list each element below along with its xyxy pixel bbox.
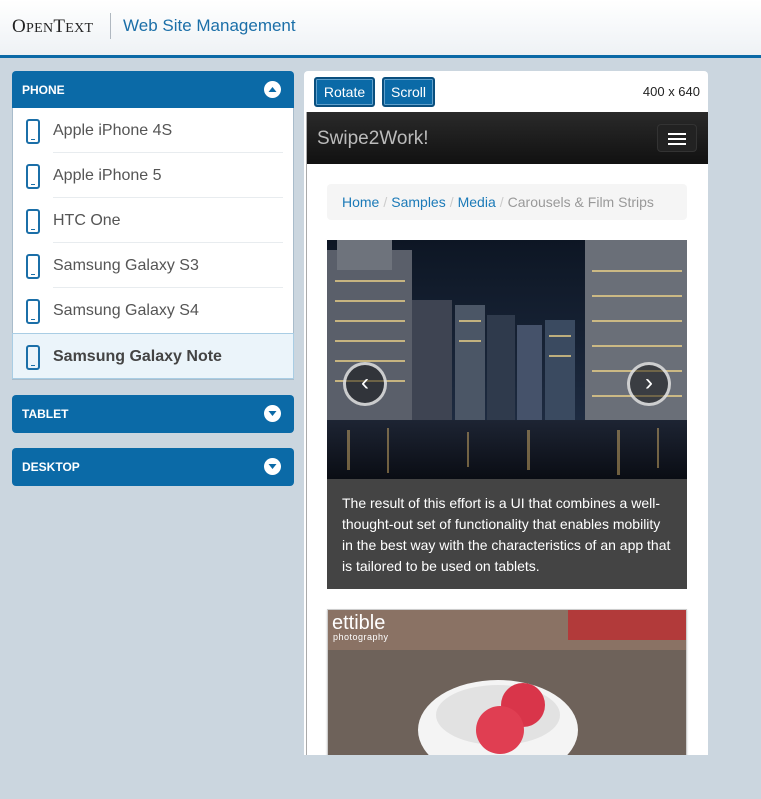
header-divider	[110, 13, 111, 39]
opentext-logo: OPENTEXT	[12, 16, 94, 37]
app-header: OPENTEXT Web Site Management	[0, 0, 761, 58]
device-screen[interactable]: Swipe2Work! Home / Samples / Media / Carousels…	[306, 112, 708, 755]
phone-section-header[interactable]: PHONE	[12, 71, 294, 108]
phone-icon	[26, 119, 40, 144]
phone-section-label: PHONE	[22, 83, 65, 97]
device-item-galaxy-note[interactable]: Samsung Galaxy Note	[12, 333, 294, 379]
product-name: Web Site Management	[123, 16, 296, 35]
device-name: Apple iPhone 4S	[53, 122, 173, 139]
device-item-galaxy-s4[interactable]: Samsung Galaxy S4	[13, 288, 293, 333]
carousel-caption: The result of this effort is a UI that c…	[342, 495, 671, 574]
site-navbar: Swipe2Work!	[307, 112, 708, 164]
phone-icon	[26, 299, 40, 324]
chevron-down-icon[interactable]	[264, 405, 281, 422]
breadcrumb-home[interactable]: Home	[342, 194, 379, 210]
scroll-button[interactable]: Scroll	[382, 77, 435, 107]
city-night-image	[327, 240, 687, 479]
breadcrumb-samples[interactable]: Samples	[391, 194, 445, 210]
rotate-button[interactable]: Rotate	[314, 77, 375, 107]
device-name: HTC One	[53, 212, 121, 229]
phone-icon	[26, 345, 40, 370]
photo-watermark-sub: photography	[333, 632, 389, 642]
site-brand[interactable]: Swipe2Work!	[317, 128, 429, 150]
tablet-section-header[interactable]: TABLET	[12, 395, 294, 433]
breadcrumb-current: Carousels & Film Strips	[507, 194, 654, 210]
carousel-next-button[interactable]: ›	[627, 362, 671, 406]
food-photo: ettible photography	[327, 609, 687, 755]
image-carousel: ‹ › The result of this effort is a UI th…	[327, 240, 687, 589]
breadcrumb-media[interactable]: Media	[458, 194, 496, 210]
device-name: Samsung Galaxy Note	[53, 348, 222, 365]
breadcrumb: Home / Samples / Media / Carousels & Film Stri…	[327, 184, 687, 220]
device-preview-panel: Rotate Scroll 400 x 640 Swipe2Work! Home…	[304, 71, 708, 755]
screen-dimensions: 400 x 640	[642, 84, 700, 99]
tablet-section-label: TABLET	[22, 407, 69, 421]
device-item-iphone-5[interactable]: Apple iPhone 5	[13, 153, 293, 198]
carousel-prev-button[interactable]: ‹	[343, 362, 387, 406]
hamburger-menu-icon[interactable]	[657, 124, 697, 152]
phone-icon	[26, 164, 40, 189]
device-item-htc-one[interactable]: HTC One	[13, 198, 293, 243]
phone-icon	[26, 209, 40, 234]
device-item-iphone-4s[interactable]: Apple iPhone 4S	[13, 108, 293, 153]
chevron-up-icon[interactable]	[264, 81, 281, 98]
photo-watermark: ettible	[332, 612, 386, 634]
device-name: Apple iPhone 5	[53, 167, 162, 184]
phone-device-list: Apple iPhone 4S Apple iPhone 5 HTC One S…	[12, 108, 294, 380]
desktop-section-header[interactable]: DESKTOP	[12, 448, 294, 486]
desktop-section-label: DESKTOP	[22, 460, 80, 474]
phone-icon	[26, 254, 40, 279]
device-name: Samsung Galaxy S4	[53, 302, 199, 319]
device-name: Samsung Galaxy S3	[53, 257, 199, 274]
chevron-down-icon[interactable]	[264, 458, 281, 475]
device-item-galaxy-s3[interactable]: Samsung Galaxy S3	[13, 243, 293, 288]
